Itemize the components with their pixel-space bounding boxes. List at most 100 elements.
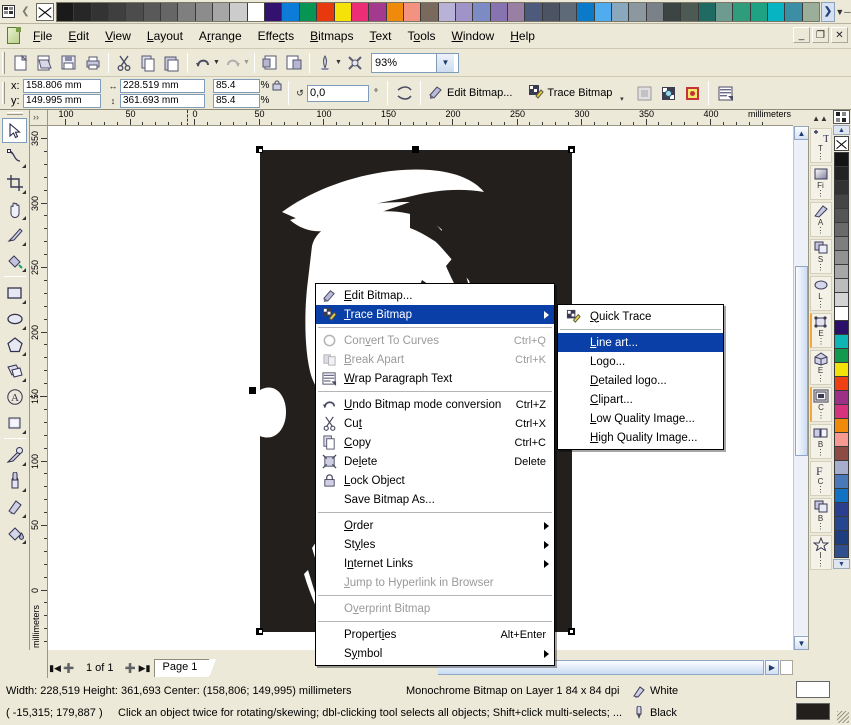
palette-no-color-swatch[interactable] [834, 136, 849, 151]
context-menu-item-wrap-paragraph-text[interactable]: Wrap Paragraph Text [316, 369, 554, 388]
polygon-tool[interactable] [2, 332, 27, 357]
submenu-item-low-quality-image[interactable]: Low Quality Image... [558, 409, 723, 428]
menu-effects[interactable]: Effects [250, 26, 302, 46]
palette-swatch[interactable] [490, 2, 508, 21]
basic-shapes-tool[interactable] [2, 358, 27, 383]
palette-swatch[interactable] [143, 2, 162, 21]
rotation-input[interactable]: 0,0 [307, 84, 369, 102]
palette-swatch[interactable] [195, 2, 214, 21]
lens-docker[interactable]: L ⋮ [809, 276, 832, 311]
color-swatch[interactable] [834, 544, 849, 558]
palette-swatch[interactable] [386, 2, 404, 21]
color-swatch[interactable] [834, 474, 849, 488]
cut-icon[interactable] [112, 51, 136, 75]
context-menu-item-save-bitmap-as[interactable]: Save Bitmap As... [316, 490, 554, 509]
palette-swatch[interactable] [265, 2, 283, 21]
paste-icon[interactable] [160, 51, 184, 75]
menu-text[interactable]: Text [361, 26, 399, 46]
width-input[interactable]: 228.519 mm [120, 78, 205, 93]
bitmap-context-menu[interactable]: Edit Bitmap... Trace Bitmap Convert To Cur… [315, 283, 555, 666]
ellipse-tool[interactable] [2, 306, 27, 331]
palette-swatch[interactable] [369, 2, 387, 21]
palette-prev-button[interactable]: ❮ [16, 1, 35, 22]
palette-scroll-down-button[interactable]: ▼ [833, 559, 850, 569]
interactive-fill-tool[interactable] [2, 468, 27, 493]
object-manager[interactable]: T T ⋮ [809, 128, 832, 163]
palette-swatch[interactable] [403, 2, 422, 21]
color-swatch[interactable] [834, 516, 849, 530]
zoom-level-combo[interactable]: ▼ [371, 52, 459, 73]
palette-swatch[interactable] [282, 2, 300, 21]
add-page-before-button[interactable]: ➕ [62, 661, 76, 676]
export-icon[interactable] [282, 51, 306, 75]
context-menu-item-internet-links[interactable]: Internet Links [316, 554, 554, 573]
smart-fill-tool[interactable] [2, 248, 27, 273]
palette-swatch[interactable] [91, 2, 110, 21]
menu-layout[interactable]: Layout [139, 26, 191, 46]
open-document-icon[interactable] [33, 51, 57, 75]
close-button[interactable]: ✕ [831, 27, 848, 43]
color-swatch[interactable] [834, 418, 849, 432]
selection-handle-w[interactable] [249, 387, 256, 394]
palette-swatch[interactable] [57, 2, 75, 21]
palette-swatch[interactable] [299, 2, 318, 21]
color-swatch[interactable] [834, 320, 849, 334]
lock-ratio-icon[interactable] [270, 79, 284, 92]
palette-swatch[interactable] [473, 2, 491, 21]
palette-swatch[interactable] [768, 2, 786, 21]
trace-edit-icon[interactable] [680, 81, 704, 105]
color-swatch[interactable] [834, 362, 849, 376]
import-icon[interactable] [258, 51, 282, 75]
palette-swatch[interactable] [455, 2, 474, 21]
no-color-swatch[interactable] [36, 2, 54, 21]
menu-help[interactable]: Help [502, 26, 543, 46]
color-swatch[interactable] [834, 194, 849, 208]
color-palette[interactable]: ▲ ▼ [832, 110, 851, 650]
color-swatch[interactable] [834, 530, 849, 544]
color-docker[interactable]: F C ⋮ [809, 461, 832, 496]
color-swatch[interactable] [834, 166, 849, 180]
palette-swatch[interactable] [750, 2, 769, 21]
selection-handle-n[interactable] [412, 146, 419, 153]
table-tool[interactable] [2, 410, 27, 435]
context-menu-item-lock-object[interactable]: Lock Object [316, 471, 554, 490]
color-swatch[interactable] [834, 488, 849, 502]
toolbox-grip[interactable] [6, 112, 23, 116]
color-swatch[interactable] [834, 460, 849, 474]
menu-window[interactable]: Window [444, 26, 503, 46]
color-swatch[interactable] [834, 390, 849, 404]
context-menu-item-trace-bitmap[interactable]: Trace Bitmap [316, 305, 554, 324]
palette-swatch[interactable] [438, 2, 456, 21]
zoom-dropdown-arrow[interactable]: ▼ [436, 53, 454, 72]
last-page-button[interactable]: ▶▮ [138, 661, 152, 676]
context-menu-item-delete[interactable]: Delete Delete [316, 452, 554, 471]
scroll-down-button[interactable]: ▼ [794, 636, 809, 650]
color-swatch[interactable] [834, 180, 849, 194]
palette-swatch[interactable] [594, 2, 612, 21]
palette-swatch[interactable] [733, 2, 751, 21]
palette-swatch[interactable] [109, 2, 127, 21]
application-icon[interactable] [3, 25, 25, 47]
redo-dropdown-icon[interactable]: ▼ [242, 59, 251, 66]
outline-tool[interactable] [2, 494, 27, 519]
palette-swatch[interactable] [698, 2, 717, 21]
color-swatch[interactable] [834, 432, 849, 446]
add-page-after-button[interactable]: ➕ [124, 661, 138, 676]
palette-swatch[interactable] [230, 2, 248, 21]
artistic-media-docker[interactable]: A ⋮ [809, 202, 832, 237]
submenu-item-detailed-logo[interactable]: Detailed logo... [558, 371, 723, 390]
palette-scroll-up-button[interactable]: ▲ [833, 125, 850, 135]
palette-options-icon[interactable] [0, 3, 16, 21]
wrap-paragraph-text-icon[interactable] [713, 81, 737, 105]
horizontal-ruler[interactable]: 100 50 0 50 100 150 200 250 300 350 400 millimeters [48, 110, 793, 126]
palette-swatch[interactable] [334, 2, 352, 21]
context-menu-item-order[interactable]: Order [316, 516, 554, 535]
menu-tools[interactable]: Tools [400, 26, 444, 46]
palette-swatch[interactable] [74, 2, 92, 21]
menu-view[interactable]: View [97, 26, 139, 46]
menu-edit[interactable]: Edit [60, 26, 97, 46]
palette-swatch[interactable] [646, 2, 665, 21]
color-swatch[interactable] [834, 222, 849, 236]
palette-swatch[interactable] [317, 2, 335, 21]
palette-swatch[interactable] [213, 2, 231, 21]
